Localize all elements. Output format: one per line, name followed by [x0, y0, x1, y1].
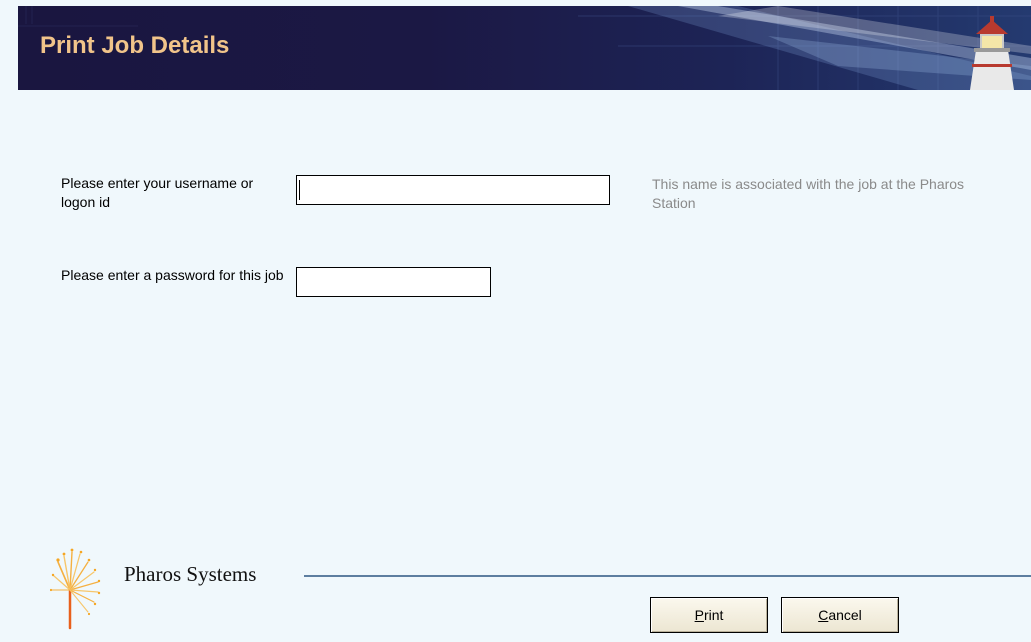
lighthouse-icon: [970, 16, 1014, 90]
cancel-button-accelerator: C: [818, 607, 829, 623]
username-hint: This name is associated with the job at …: [652, 176, 965, 211]
print-button[interactable]: Print: [650, 597, 768, 633]
cancel-button-label: ancel: [828, 607, 862, 623]
text-cursor: [299, 180, 300, 200]
page-title: Print Job Details: [40, 32, 230, 59]
brand-name: Pharos Systems: [124, 562, 257, 586]
pharos-starburst-logo: [50, 548, 101, 630]
username-input[interactable]: [296, 175, 610, 205]
print-button-accelerator: P: [694, 607, 704, 623]
header-banner: Print Job Details: [18, 6, 1031, 90]
password-input[interactable]: [296, 267, 491, 297]
footer-divider: [304, 575, 1031, 577]
username-label: Please enter your username or logon id: [61, 175, 254, 210]
cancel-button[interactable]: Cancel: [781, 597, 899, 633]
print-job-details-dialog: Print Job Details Please enter your user…: [0, 0, 1031, 642]
print-button-label: rint: [703, 607, 724, 623]
password-label: Please enter a password for this job: [61, 267, 284, 283]
